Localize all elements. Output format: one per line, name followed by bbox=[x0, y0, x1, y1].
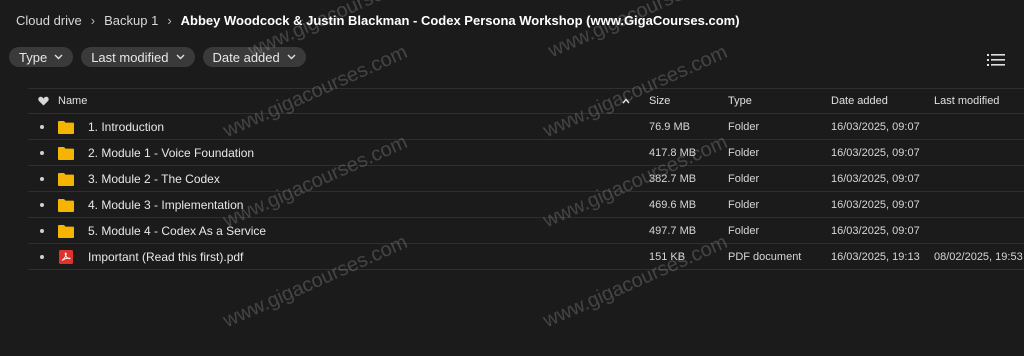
folder-icon bbox=[58, 120, 74, 134]
folder-icon bbox=[58, 224, 74, 238]
file-name: 1. Introduction bbox=[88, 119, 165, 134]
file-date-added: 16/03/2025, 09:07 bbox=[831, 224, 920, 237]
file-last-modified: 08/02/2025, 19:53 bbox=[934, 250, 1023, 263]
file-date-added: 16/03/2025, 09:07 bbox=[831, 198, 920, 211]
row-bullet bbox=[40, 150, 44, 155]
file-name: Important (Read this first).pdf bbox=[88, 249, 244, 264]
chevron-down-icon bbox=[176, 54, 185, 60]
folder-icon bbox=[58, 198, 74, 212]
file-name: 2. Module 1 - Voice Foundation bbox=[88, 145, 255, 160]
filter-last-modified-button[interactable]: Last modified bbox=[81, 47, 195, 67]
row-bullet bbox=[40, 202, 44, 207]
file-size: 497.7 MB bbox=[649, 224, 697, 237]
chevron-right-icon: › bbox=[167, 12, 172, 28]
chevron-right-icon: › bbox=[90, 12, 96, 28]
file-name: 4. Module 3 - Implementation bbox=[88, 197, 244, 212]
file-type: Folder bbox=[728, 198, 760, 211]
filter-bar: Type Last modified Date added bbox=[9, 47, 306, 67]
column-header-date-added[interactable]: Date added bbox=[831, 95, 888, 107]
row-bullet bbox=[40, 228, 44, 233]
file-type: Folder bbox=[728, 172, 760, 185]
folder-icon bbox=[58, 172, 74, 186]
file-size: 151 KB bbox=[649, 250, 686, 263]
file-type: Folder bbox=[728, 224, 760, 237]
folder-icon bbox=[58, 146, 74, 160]
file-size: 469.6 MB bbox=[649, 198, 697, 211]
column-header-name[interactable]: Name bbox=[58, 95, 87, 107]
file-type: PDF document bbox=[728, 250, 802, 263]
table-row[interactable]: Important (Read this first).pdf 151 KB P… bbox=[28, 244, 1024, 270]
row-bullet bbox=[40, 124, 44, 129]
file-date-added: 16/03/2025, 09:07 bbox=[831, 172, 920, 185]
file-date-added: 16/03/2025, 09:07 bbox=[831, 120, 920, 133]
filter-last-modified-label: Last modified bbox=[91, 49, 169, 65]
file-name: 5. Module 4 - Codex As a Service bbox=[88, 223, 267, 238]
table-header: Name Size Type Date added Last modified bbox=[28, 88, 1024, 114]
file-size: 382.7 MB bbox=[649, 172, 697, 185]
file-date-added: 16/03/2025, 19:13 bbox=[831, 250, 920, 263]
table-row[interactable]: 5. Module 4 - Codex As a Service 497.7 M… bbox=[28, 218, 1024, 244]
sort-ascending-icon[interactable] bbox=[622, 98, 630, 104]
filter-type-button[interactable]: Type bbox=[9, 47, 74, 67]
filter-type-label: Type bbox=[19, 49, 48, 65]
chevron-down-icon bbox=[287, 54, 296, 60]
file-date-added: 16/03/2025, 09:07 bbox=[831, 146, 920, 159]
heart-icon[interactable] bbox=[38, 96, 49, 106]
column-header-last-modified[interactable]: Last modified bbox=[934, 95, 999, 107]
table-row[interactable]: 2. Module 1 - Voice Foundation 417.8 MB … bbox=[28, 140, 1024, 166]
file-type: Folder bbox=[728, 146, 760, 159]
table-row[interactable]: 3. Module 2 - The Codex 382.7 MB Folder … bbox=[28, 166, 1024, 192]
column-header-size[interactable]: Size bbox=[649, 95, 670, 107]
list-view-icon[interactable] bbox=[987, 53, 1005, 67]
filter-date-added-label: Date added bbox=[212, 49, 280, 65]
file-size: 417.8 MB bbox=[649, 146, 697, 159]
file-type: Folder bbox=[728, 120, 760, 133]
row-bullet bbox=[40, 176, 44, 181]
row-bullet bbox=[40, 254, 44, 259]
table-row[interactable]: 1. Introduction 76.9 MB Folder 16/03/202… bbox=[28, 114, 1024, 140]
table-row[interactable]: 4. Module 3 - Implementation 469.6 MB Fo… bbox=[28, 192, 1024, 218]
file-size: 76.9 MB bbox=[649, 120, 690, 133]
file-name: 3. Module 2 - The Codex bbox=[88, 171, 220, 186]
breadcrumb-backup-1[interactable]: Backup 1 bbox=[104, 13, 158, 28]
breadcrumb-current-folder: Abbey Woodcock & Justin Blackman - Codex… bbox=[180, 12, 740, 28]
chevron-down-icon bbox=[54, 54, 63, 60]
file-table: Name Size Type Date added Last modified … bbox=[28, 88, 1024, 270]
breadcrumb-cloud-drive[interactable]: Cloud drive bbox=[16, 13, 82, 28]
column-header-type[interactable]: Type bbox=[728, 95, 752, 107]
watermark: www.gigacourses.com bbox=[545, 0, 736, 63]
breadcrumb: Cloud drive › Backup 1 › Abbey Woodcock … bbox=[16, 11, 740, 29]
filter-date-added-button[interactable]: Date added bbox=[202, 47, 306, 67]
pdf-icon bbox=[59, 249, 73, 264]
